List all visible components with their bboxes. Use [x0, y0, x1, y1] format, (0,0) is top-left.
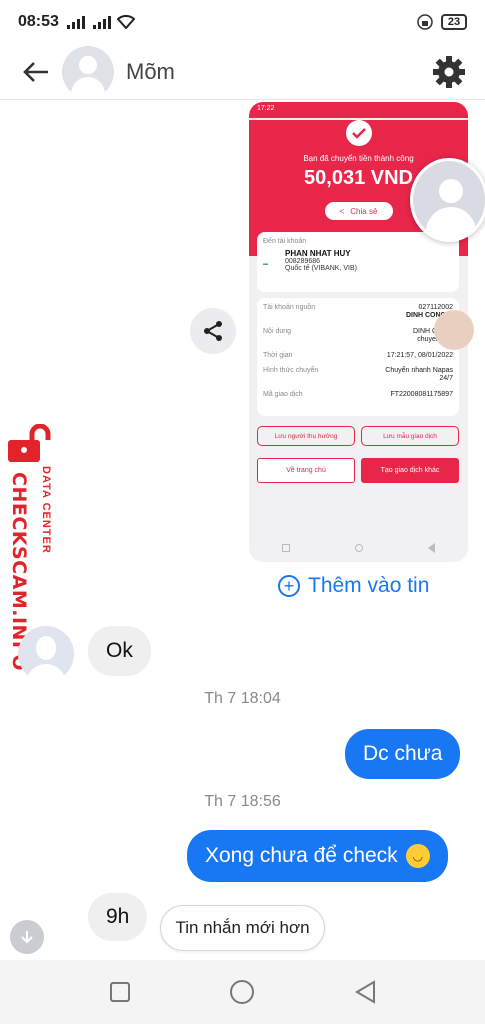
watermark-subtext: DATA CENTER [40, 466, 52, 554]
plus-circle-icon: + [278, 575, 300, 597]
detail-value-2: 24/7 [439, 375, 453, 383]
detail-label: Thời gian [263, 351, 293, 359]
share-icon [204, 321, 222, 341]
detail-row: Mã giao dịch FT22008081175897 [263, 391, 453, 399]
floating-avatar-2 [434, 310, 474, 350]
detail-label: Nội dung [263, 327, 292, 335]
scroll-down-button[interactable] [10, 920, 44, 954]
share-button[interactable] [190, 308, 236, 354]
add-to-story-button[interactable]: + Thêm vào tin [278, 574, 429, 598]
back-button[interactable] [16, 52, 56, 92]
back-triangle-icon[interactable] [354, 980, 376, 1004]
contact-avatar[interactable] [62, 45, 114, 98]
image-share-pill: < Chia sẻ [324, 202, 393, 220]
signal-icon [66, 15, 85, 29]
save-buttons-row: Lưu người thụ hưởng Lưu mẫu giao dịch [257, 426, 459, 446]
action-buttons-row: Về trang chủ Tạo giao dịch khác [257, 458, 459, 483]
detail-row: Hình thức chuyển Chuyển nhanh Napas 24/7 [263, 367, 453, 384]
system-nav-bar [0, 960, 485, 1024]
home-circle-icon[interactable] [229, 979, 255, 1005]
to-account-label: Đến tài khoản [263, 238, 307, 245]
message-timestamp: Th 7 18:56 [204, 793, 281, 810]
detail-row: Thời gian 17:21:57, 08/01/2022 [263, 352, 453, 360]
floating-avatar[interactable] [410, 158, 485, 242]
recipient-number: 008289686 [285, 258, 321, 265]
detail-value: 17:21:57, 08/01/2022 [386, 351, 453, 359]
detail-row: Tài khoản nguồn 027112002 DINH CONG N [263, 304, 453, 321]
square-icon [281, 544, 290, 552]
checkmark-icon [345, 120, 372, 146]
save-beneficiary-button: Lưu người thụ hưởng [257, 426, 355, 446]
add-to-story-label: Thêm vào tin [308, 574, 430, 597]
settings-button[interactable] [431, 54, 467, 90]
battery-icon: 23 [441, 14, 467, 30]
contact-name[interactable]: Mõm [126, 59, 175, 85]
image-nav-bar [249, 534, 468, 562]
sender-avatar[interactable] [18, 626, 74, 682]
detail-value: Chuyển nhanh Napas [385, 366, 453, 374]
message-bubble-in[interactable]: Ok [88, 626, 151, 676]
gear-icon [433, 55, 465, 88]
new-transaction-button: Tạo giao dịch khác [361, 458, 459, 483]
newer-messages-button[interactable]: Tin nhắn mới hơn [160, 905, 325, 951]
image-status-bar: 17:22 [249, 102, 468, 118]
detail-row: Nội dung DINH CONG chuyen kho [263, 328, 453, 345]
signal-icon-2 [92, 15, 111, 29]
recipient-name: PHAN NHAT HUY [285, 249, 351, 258]
detail-label: Mã giao dịch [263, 390, 303, 398]
message-bubble-out[interactable]: Xong chưa để check ◡ [187, 830, 448, 882]
status-bar: 08:53 23 [0, 0, 485, 44]
wifi-icon [116, 15, 135, 29]
share-small-icon: < [339, 206, 345, 216]
recipient-bank: Quốc tế (VIBANK, VIB) [285, 265, 357, 272]
message-bubble-out[interactable]: Dc chưa [345, 729, 461, 779]
message-bubble-in[interactable]: 9h [88, 893, 148, 941]
image-status-time: 17:22 [257, 105, 275, 112]
arrow-down-icon [21, 931, 33, 944]
circle-icon [354, 544, 363, 552]
bank-logo-icon: ▬ [263, 261, 268, 267]
save-template-button: Lưu mẫu giao dịch [361, 426, 459, 446]
laughing-emoji-icon: ◡ [405, 844, 430, 868]
lock-rotation-icon [417, 14, 433, 30]
recipient-card: Đến tài khoản ▬ PHAN NHAT HUY 008289686 … [257, 232, 459, 292]
detail-label: Tài khoản nguồn [263, 304, 316, 311]
transaction-details-card: Tài khoản nguồn 027112002 DINH CONG N Nội … [257, 298, 459, 416]
lock-icon [8, 424, 51, 462]
chat-header: Mõm [0, 44, 485, 100]
share-pill-label: Chia sẻ [350, 206, 378, 216]
recents-icon[interactable] [109, 981, 131, 1003]
triangle-icon [428, 543, 436, 553]
home-button: Về trang chủ [257, 458, 355, 483]
arrow-left-icon [23, 61, 48, 82]
detail-label: Hình thức chuyển [263, 366, 319, 374]
status-time: 08:53 [18, 13, 59, 30]
detail-value: FT22008081175897 [390, 390, 453, 398]
message-timestamp: Th 7 18:04 [204, 690, 281, 707]
message-text: Xong chưa để check [205, 844, 398, 867]
